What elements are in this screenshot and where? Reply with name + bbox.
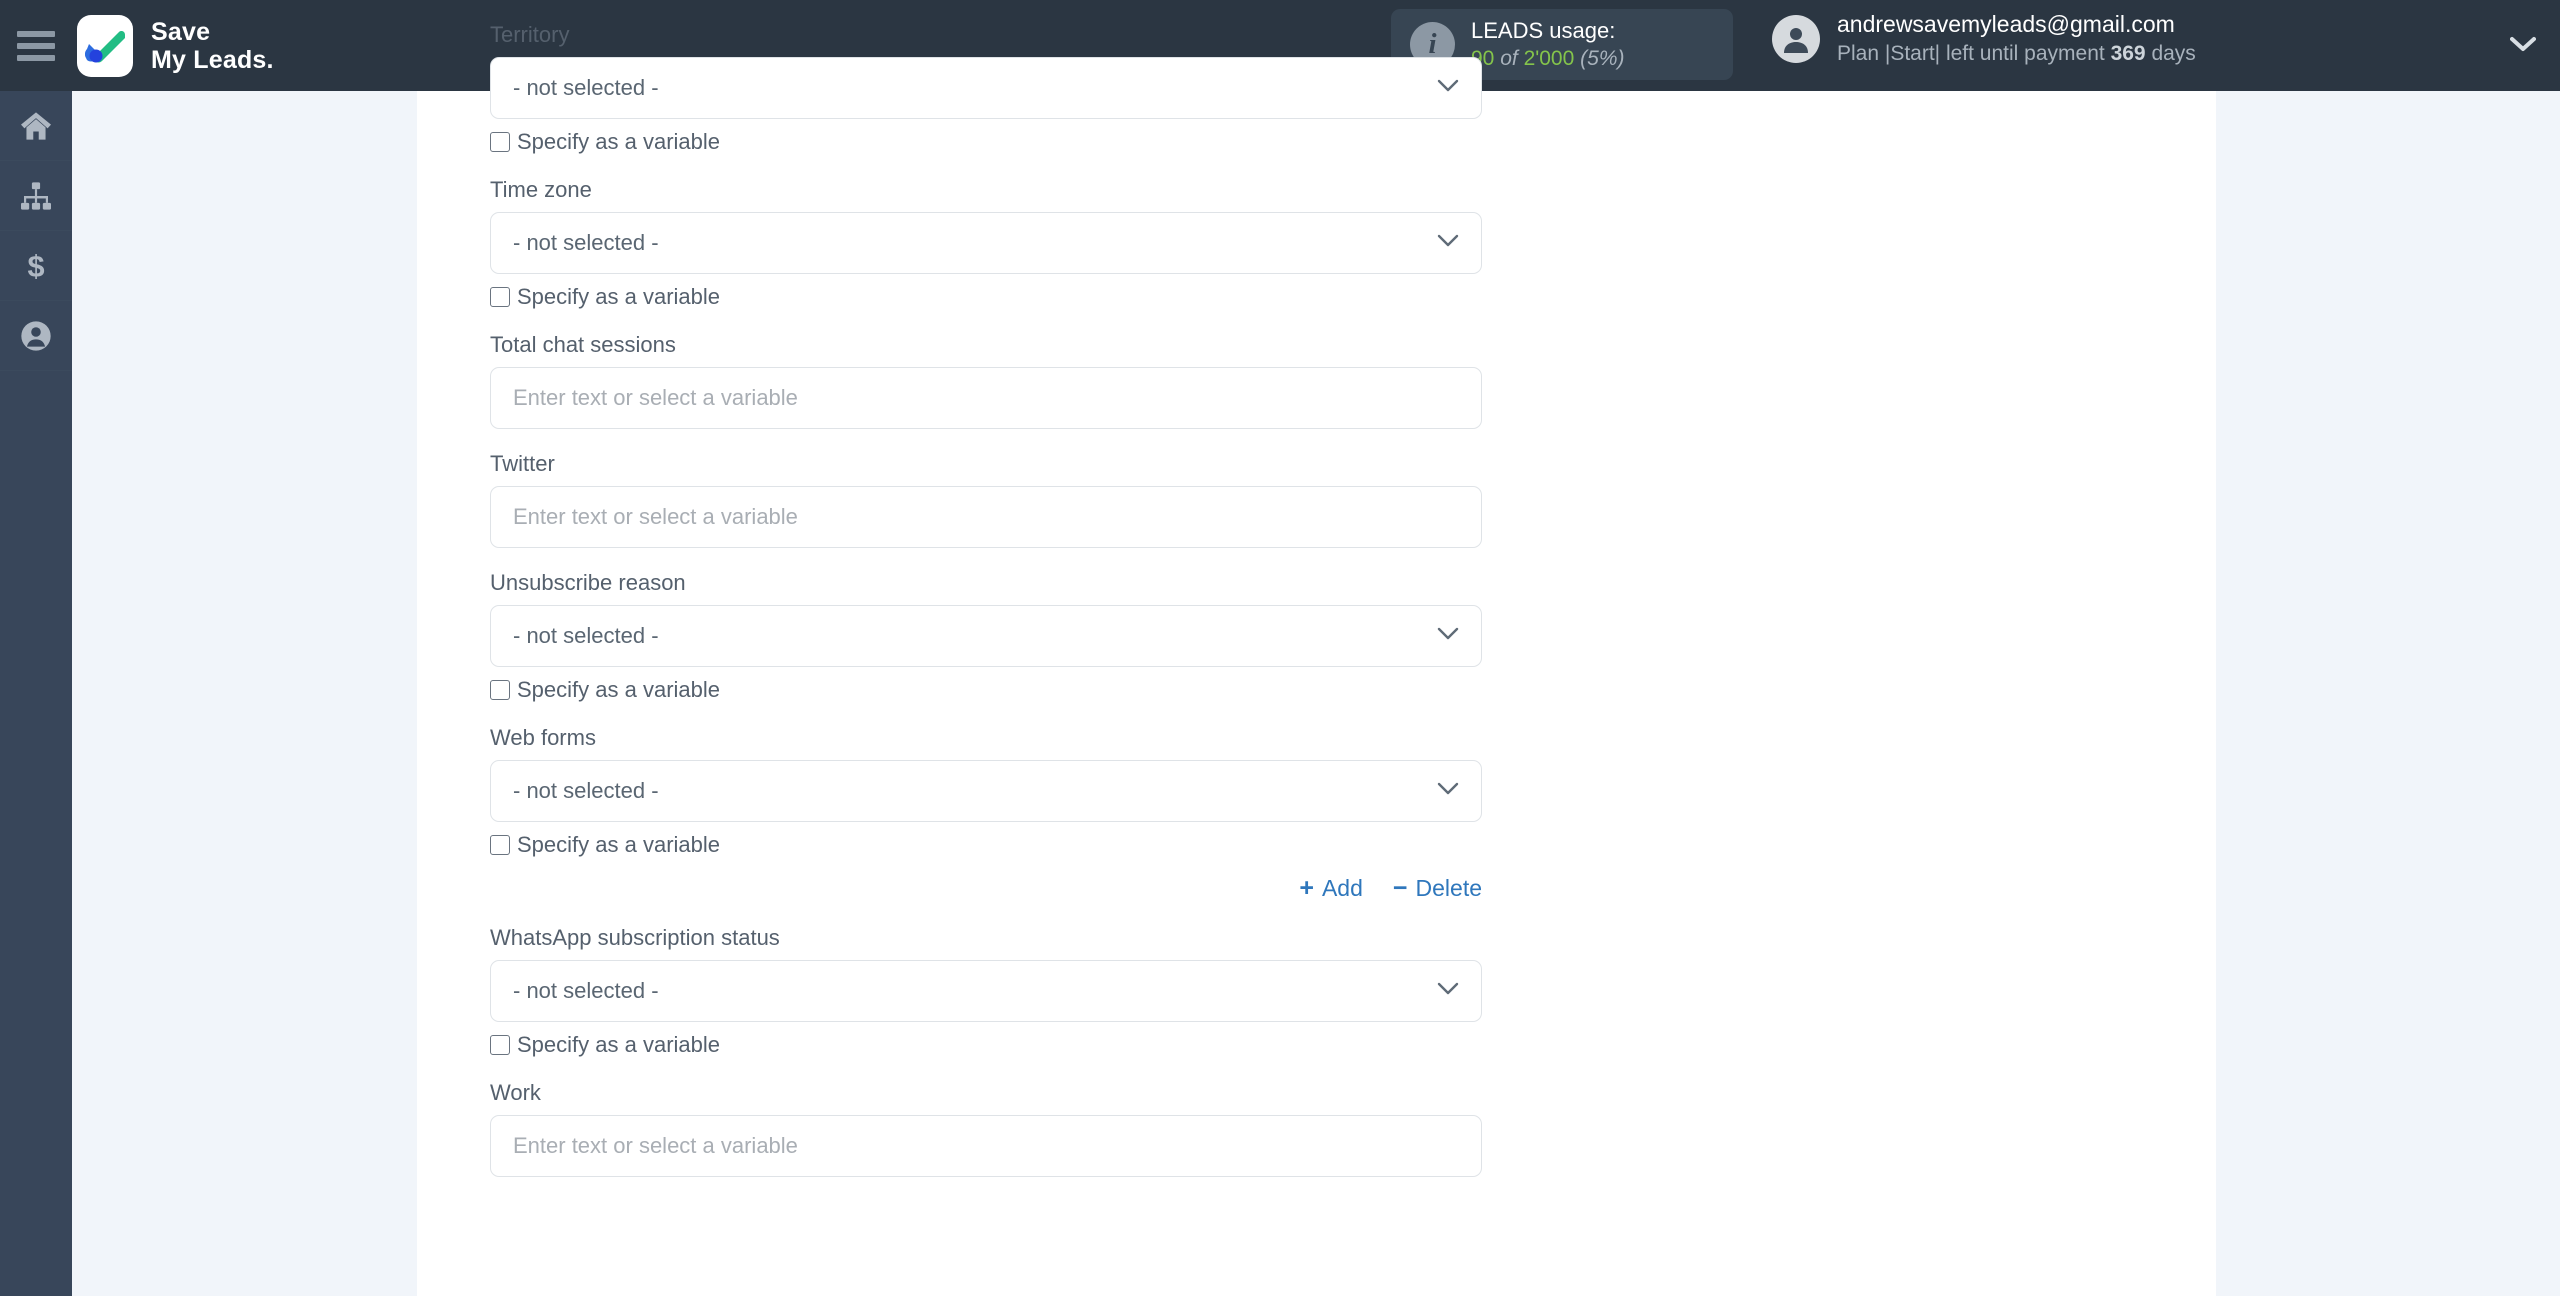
delete-button[interactable]: − Delete (1393, 874, 1482, 903)
chevron-glyph (2510, 37, 2536, 51)
specify-as-variable-checkbox[interactable] (490, 132, 510, 152)
form-field: Time zone - not selected - Specify as a va… (490, 155, 1482, 310)
specify-as-variable-label: Specify as a variable (517, 677, 720, 702)
specify-as-variable-row[interactable]: Specify as a variable (490, 129, 1482, 155)
sidebar-item-billing[interactable]: $ (0, 231, 72, 301)
field-text-input[interactable]: Enter text or select a variable (490, 486, 1482, 548)
account-plan-prefix: Plan |Start| left until payment (1837, 42, 2105, 66)
hamburger-icon[interactable] (17, 30, 55, 61)
specify-as-variable-row[interactable]: Specify as a variable (490, 1032, 1482, 1058)
form-field: Total chat sessions Enter text or select … (490, 310, 1482, 429)
field-select[interactable]: - not selected - (490, 212, 1482, 274)
specify-as-variable-row[interactable]: Specify as a variable (490, 284, 1482, 310)
savemyleads-check-logo[interactable] (77, 14, 133, 77)
sidebar-item-connections[interactable] (0, 161, 72, 231)
field-input-placeholder: Enter text or select a variable (513, 385, 798, 410)
form-field: Unsubscribe reason - not selected - Specif… (490, 548, 1482, 703)
dollar-icon: $ (27, 250, 44, 282)
field-actions: + Add − Delete (490, 874, 1482, 903)
left-sidebar: $ (0, 91, 72, 1296)
field-select[interactable]: - not selected - (490, 57, 1482, 119)
form-field: WhatsApp subscription status - not select… (490, 903, 1482, 1058)
specify-as-variable-checkbox[interactable] (490, 835, 510, 855)
form-field: Web forms - not selected - Specify as a va… (490, 703, 1482, 903)
specify-as-variable-row[interactable]: Specify as a variable (490, 677, 1482, 703)
field-select[interactable]: - not selected - (490, 960, 1482, 1022)
avatar-glyph (1784, 27, 1808, 53)
sitemap-icon (21, 181, 51, 210)
specify-as-variable-label: Specify as a variable (517, 1032, 720, 1057)
field-label: Territory (490, 22, 570, 47)
field-mapping-form: Territory - not selected - Specify as a va… (490, 0, 1482, 1177)
usage-percent: (5%) (1580, 47, 1625, 71)
form-field: Territory - not selected - Specify as a va… (490, 0, 1482, 155)
specify-as-variable-checkbox[interactable] (490, 287, 510, 307)
field-select-value: - not selected - (513, 230, 659, 255)
field-label: Unsubscribe reason (490, 570, 686, 595)
usage-total: 2'000 (1523, 47, 1575, 71)
plus-icon: + (1299, 874, 1314, 902)
specify-as-variable-checkbox[interactable] (490, 1035, 510, 1055)
form-field: Work Enter text or select a variable (490, 1058, 1482, 1177)
specify-as-variable-checkbox[interactable] (490, 680, 510, 700)
account-plan: Plan |Start| left until payment 369 days (1837, 40, 2196, 68)
field-text-input[interactable]: Enter text or select a variable (490, 1115, 1482, 1177)
account-menu[interactable]: andrewsavemyleads@gmail.com Plan |Start|… (1772, 9, 2196, 68)
form-field: Twitter Enter text or select a variable (490, 429, 1482, 548)
field-select-value: - not selected - (513, 75, 659, 100)
check-glyph (85, 30, 125, 62)
field-label: Twitter (490, 451, 555, 476)
field-label: Work (490, 1080, 541, 1105)
usage-values: 90 of 2'000 (5%) (1471, 45, 1624, 73)
specify-as-variable-label: Specify as a variable (517, 129, 720, 154)
sidebar-item-home[interactable] (0, 91, 72, 161)
brand-line-2: My Leads. (151, 45, 274, 74)
field-label: Time zone (490, 177, 592, 202)
specify-as-variable-label: Specify as a variable (517, 284, 720, 309)
chevron-down-icon (1437, 627, 1459, 645)
usage-title: LEADS usage: (1471, 18, 1616, 44)
field-label: Web forms (490, 725, 596, 750)
account-days-value: 369 (2110, 42, 2146, 66)
hamburger-bar (17, 30, 55, 37)
add-button[interactable]: + Add (1299, 874, 1363, 903)
hamburger-bar (17, 42, 55, 49)
specify-as-variable-row[interactable]: Specify as a variable (490, 832, 1482, 858)
field-input-placeholder: Enter text or select a variable (513, 1133, 798, 1158)
field-select-value: - not selected - (513, 778, 659, 803)
brand-title: Save My Leads. (151, 18, 274, 74)
account-days-suffix: days (2151, 42, 2196, 66)
field-select[interactable]: - not selected - (490, 760, 1482, 822)
user-avatar-icon (1772, 14, 1820, 63)
chevron-down-icon (1437, 234, 1459, 252)
field-input-placeholder: Enter text or select a variable (513, 504, 798, 529)
chevron-down-icon (1437, 79, 1459, 97)
minus-icon: − (1392, 874, 1408, 902)
chevron-down-icon (1437, 782, 1459, 800)
account-text-block: andrewsavemyleads@gmail.com Plan |Start|… (1837, 9, 2196, 68)
add-label: Add (1321, 875, 1363, 901)
user-circle-icon (21, 320, 51, 351)
sidebar-item-profile[interactable] (0, 301, 72, 371)
field-select[interactable]: - not selected - (490, 605, 1482, 667)
specify-as-variable-label: Specify as a variable (517, 832, 720, 857)
field-select-value: - not selected - (513, 978, 659, 1003)
chevron-down-icon[interactable] (2510, 36, 2536, 57)
field-select-value: - not selected - (513, 623, 659, 648)
home-icon (21, 111, 51, 140)
hamburger-bar (17, 54, 55, 61)
account-email: andrewsavemyleads@gmail.com (1837, 11, 2175, 37)
field-label: WhatsApp subscription status (490, 925, 780, 950)
chevron-down-icon (1437, 982, 1459, 1000)
field-text-input[interactable]: Enter text or select a variable (490, 367, 1482, 429)
brand-line-1: Save (151, 17, 211, 46)
delete-label: Delete (1415, 875, 1482, 901)
field-label: Total chat sessions (490, 332, 676, 357)
svg-text:$: $ (27, 250, 44, 282)
usage-text-block: LEADS usage: 90 of 2'000 (5%) (1471, 16, 1624, 73)
usage-of: of (1500, 47, 1518, 71)
